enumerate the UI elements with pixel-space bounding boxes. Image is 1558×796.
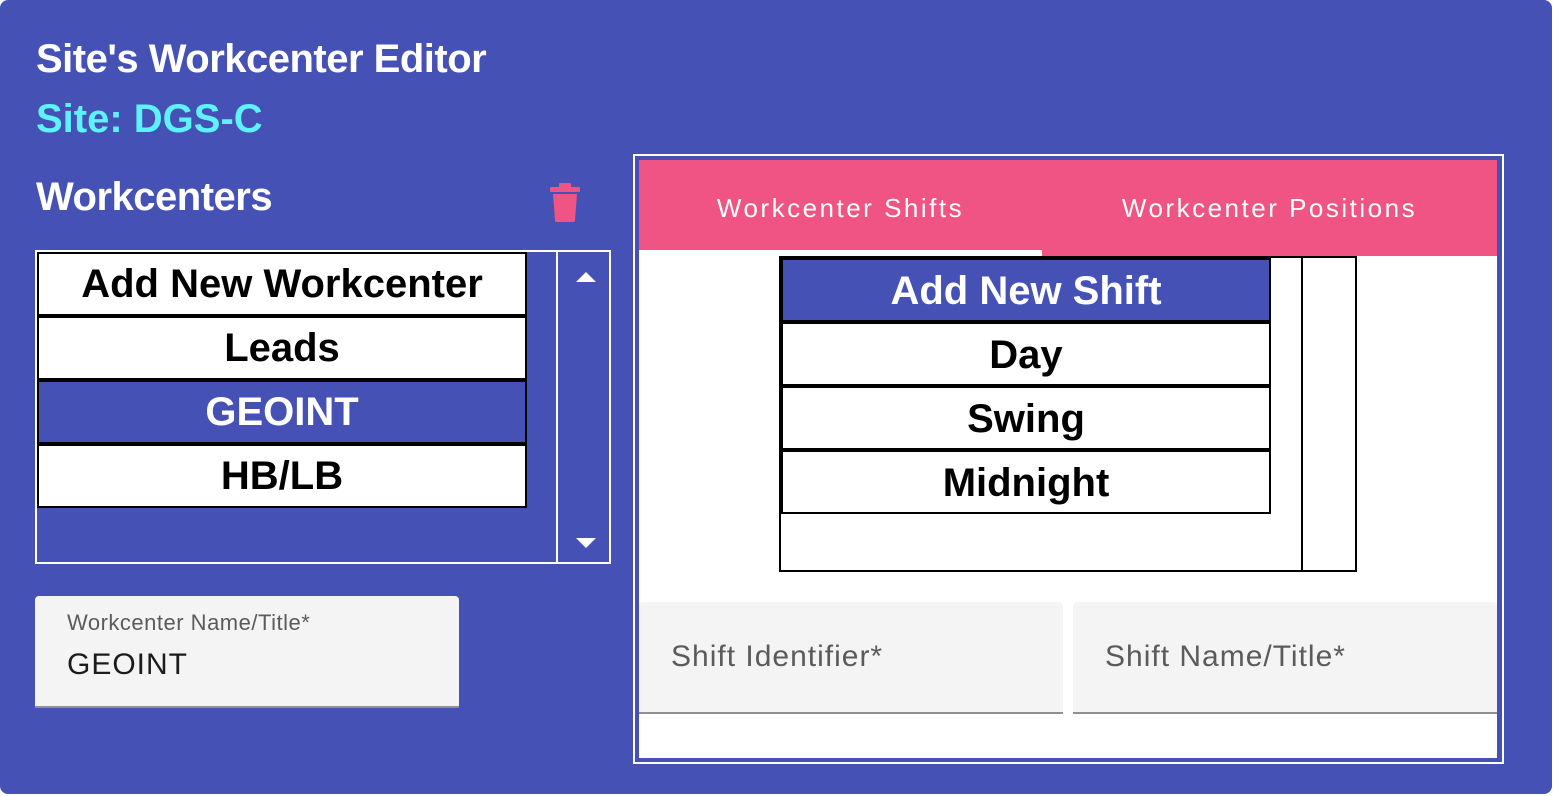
list-item-leads[interactable]: Leads xyxy=(37,316,527,380)
workcenter-name-field[interactable]: Workcenter Name/Title* xyxy=(35,596,459,708)
tab-workcenter-shifts[interactable]: Workcenter Shifts xyxy=(639,160,1042,256)
shift-name-placeholder: Shift Name/Title* xyxy=(1105,640,1346,673)
scroll-up-icon[interactable] xyxy=(576,272,596,282)
site-label: Site: DGS-C xyxy=(36,97,263,141)
workcenter-name-label: Workcenter Name/Title* xyxy=(67,610,311,635)
list-item-hb-lb[interactable]: HB/LB xyxy=(37,444,527,508)
list-item-add-new-shift[interactable]: Add New Shift xyxy=(781,258,1271,322)
list-item-add-new-workcenter[interactable]: Add New Workcenter xyxy=(37,252,527,316)
page-title: Site's Workcenter Editor xyxy=(36,37,487,81)
trash-icon[interactable] xyxy=(548,182,582,222)
list-item-midnight[interactable]: Midnight xyxy=(781,450,1271,514)
list-item-geoint[interactable]: GEOINT xyxy=(37,380,527,444)
shift-name-field[interactable]: Shift Name/Title* xyxy=(1073,602,1497,714)
shift-identifier-field[interactable]: Shift Identifier* xyxy=(639,602,1063,714)
scroll-down-icon[interactable] xyxy=(576,538,596,548)
list-item-swing[interactable]: Swing xyxy=(781,386,1271,450)
shift-identifier-placeholder: Shift Identifier* xyxy=(671,640,884,673)
tab-workcenter-positions[interactable]: Workcenter Positions xyxy=(1042,160,1497,256)
shift-scrollbar[interactable] xyxy=(1301,256,1357,572)
tab-bar: Workcenter Shifts Workcenter Positions xyxy=(639,160,1497,256)
workcenter-name-input[interactable] xyxy=(67,648,447,682)
workcenter-editor-card: Site's Workcenter Editor Site: DGS-C Wor… xyxy=(0,0,1552,794)
workcenters-heading: Workcenters xyxy=(36,175,273,219)
list-item-day[interactable]: Day xyxy=(781,322,1271,386)
workcenter-scrollbar[interactable] xyxy=(556,250,611,564)
